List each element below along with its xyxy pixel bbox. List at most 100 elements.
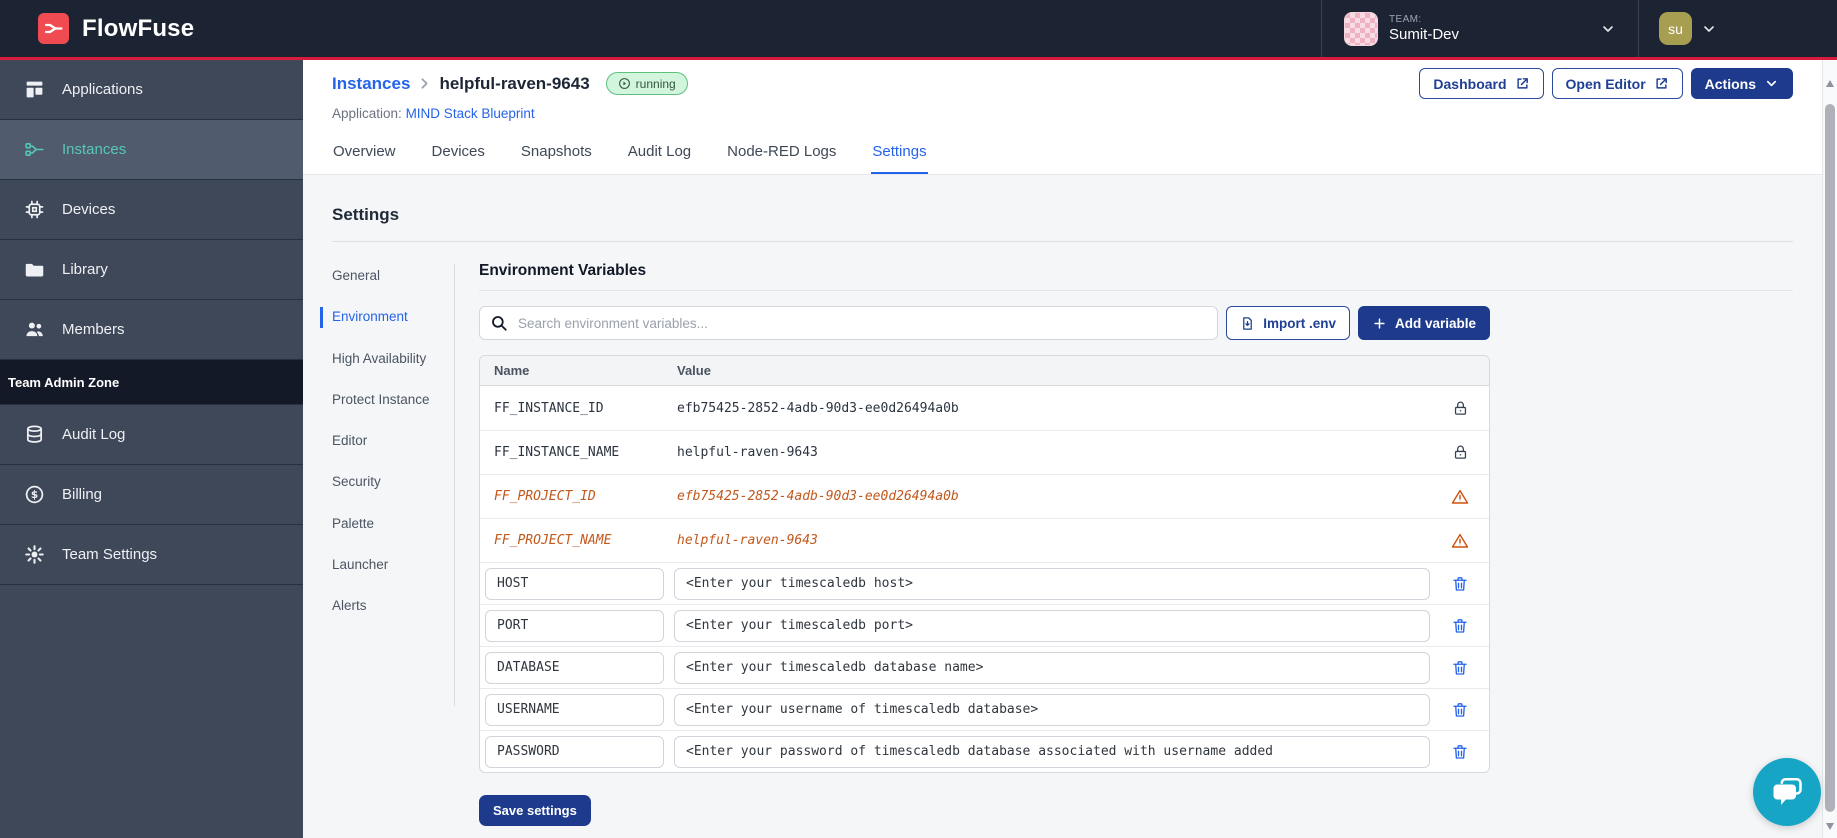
sidebar-item-members[interactable]: Members (0, 300, 303, 360)
scroll-up-arrow-icon[interactable] (1826, 80, 1834, 87)
subnav-general[interactable]: General (332, 266, 454, 286)
table-row-editable (480, 562, 1489, 604)
sidebar: Applications Instances Devices Library M… (0, 60, 303, 838)
env-var-value: helpful-raven-9643 (677, 445, 818, 460)
play-circle-icon (618, 78, 630, 89)
chevron-down-icon (1766, 80, 1777, 87)
header-buttons: Dashboard Open Editor Actions (1419, 68, 1793, 99)
env-var-value-input[interactable] (674, 693, 1430, 726)
team-meta: TEAM: Sumit-Dev (1389, 14, 1459, 43)
actions-button-label: Actions (1704, 75, 1756, 92)
breadcrumb-instances-link[interactable]: Instances (332, 74, 410, 94)
sidebar-item-team-settings[interactable]: Team Settings (0, 525, 303, 585)
warning-triangle-icon (1451, 533, 1469, 548)
subnav-protect-instance[interactable]: Protect Instance (332, 390, 454, 410)
topbar: FlowFuse TEAM: Sumit-Dev su (0, 0, 1837, 57)
sidebar-item-label: Devices (62, 201, 116, 218)
open-editor-button[interactable]: Open Editor (1551, 68, 1683, 99)
user-avatar: su (1659, 12, 1692, 45)
library-icon (25, 263, 44, 277)
add-variable-button[interactable]: Add variable (1357, 306, 1490, 340)
trash-icon[interactable] (1451, 701, 1469, 719)
table-header: Name Value (480, 356, 1489, 386)
trash-icon[interactable] (1451, 575, 1469, 593)
tab-audit-log[interactable]: Audit Log (627, 137, 692, 174)
sidebar-item-label: Library (62, 261, 108, 278)
import-env-button[interactable]: Import .env (1226, 306, 1350, 340)
chat-widget-button[interactable] (1753, 758, 1821, 826)
lock-icon (1454, 401, 1466, 415)
scroll-down-arrow-icon[interactable] (1826, 823, 1834, 830)
env-var-name-input[interactable] (485, 567, 664, 600)
subnav-environment[interactable]: Environment (320, 307, 454, 328)
tab-devices[interactable]: Devices (431, 137, 486, 174)
brand[interactable]: FlowFuse (38, 13, 194, 44)
env-var-name: FF_INSTANCE_ID (494, 400, 604, 416)
subnav-editor[interactable]: Editor (332, 431, 454, 451)
add-variable-label: Add variable (1394, 315, 1476, 331)
scrollbar-thumb[interactable] (1825, 104, 1835, 812)
tab-node-red-logs[interactable]: Node-RED Logs (726, 137, 837, 174)
user-menu[interactable]: su (1639, 12, 1717, 45)
trash-icon[interactable] (1451, 659, 1469, 677)
env-var-name-input[interactable] (485, 693, 664, 726)
env-var-name-input[interactable] (485, 735, 664, 768)
instances-icon (25, 143, 44, 156)
sidebar-item-label: Billing (62, 486, 103, 503)
table-row-deprecated: FF_PROJECT_NAME helpful-raven-9643 (480, 518, 1489, 562)
subnav-alerts[interactable]: Alerts (332, 596, 454, 616)
sidebar-item-billing[interactable]: $ Billing (0, 465, 303, 525)
plus-icon (1374, 317, 1385, 329)
env-var-name-input[interactable] (485, 651, 664, 684)
sidebar-item-audit-log[interactable]: Audit Log (0, 405, 303, 465)
subnav-launcher[interactable]: Launcher (332, 555, 454, 575)
team-selector[interactable]: TEAM: Sumit-Dev (1320, 0, 1639, 57)
table-row: FF_INSTANCE_NAME helpful-raven-9643 (480, 430, 1489, 474)
search-input[interactable] (479, 306, 1219, 340)
table-row-editable (480, 730, 1489, 772)
topbar-right: TEAM: Sumit-Dev su (1320, 0, 1837, 57)
team-admin-zone-label: Team Admin Zone (0, 360, 303, 405)
open-editor-button-label: Open Editor (1565, 75, 1646, 92)
chevron-down-icon (1704, 25, 1714, 32)
sidebar-item-label: Instances (62, 141, 127, 158)
env-var-value-input[interactable] (674, 567, 1430, 600)
status-badge-label: running (635, 76, 676, 91)
sidebar-item-instances[interactable]: Instances (0, 120, 303, 180)
subnav-high-availability[interactable]: High Availability (332, 349, 454, 369)
env-var-value: efb75425-2852-4adb-90d3-ee0d26494a0b (677, 489, 959, 504)
sidebar-item-applications[interactable]: Applications (0, 60, 303, 120)
actions-button[interactable]: Actions (1690, 68, 1793, 99)
application-link[interactable]: MIND Stack Blueprint (406, 106, 535, 121)
chevron-right-icon (421, 78, 428, 89)
trash-icon[interactable] (1451, 617, 1469, 635)
sidebar-item-library[interactable]: Library (0, 240, 303, 300)
tab-overview[interactable]: Overview (332, 137, 397, 174)
sidebar-item-label: Members (62, 321, 125, 338)
env-variables-table: Name Value FF_INSTANCE_ID efb75425-2852-… (479, 355, 1490, 773)
subnav-palette[interactable]: Palette (332, 514, 454, 534)
tab-snapshots[interactable]: Snapshots (520, 137, 593, 174)
trash-icon[interactable] (1451, 743, 1469, 761)
env-var-name-input[interactable] (485, 609, 664, 642)
sidebar-item-devices[interactable]: Devices (0, 180, 303, 240)
save-settings-button[interactable]: Save settings (479, 795, 591, 826)
sidebar-item-label: Audit Log (62, 426, 126, 443)
env-var-value-input[interactable] (674, 735, 1430, 768)
warning-triangle-icon (1451, 489, 1469, 504)
sidebar-item-label: Team Settings (62, 546, 158, 563)
tab-settings[interactable]: Settings (871, 137, 928, 174)
env-var-value-input[interactable] (674, 651, 1430, 684)
dashboard-button[interactable]: Dashboard (1419, 68, 1544, 99)
environment-controls: Import .env Add variable (479, 306, 1490, 340)
table-row: FF_INSTANCE_ID efb75425-2852-4adb-90d3-e… (480, 386, 1489, 430)
members-icon (26, 322, 43, 337)
subnav-security[interactable]: Security (332, 472, 454, 492)
devices-icon (25, 200, 44, 219)
env-var-value-input[interactable] (674, 609, 1430, 642)
scrollbar[interactable] (1822, 60, 1837, 838)
flowfuse-app: FlowFuse TEAM: Sumit-Dev su Applications… (0, 0, 1837, 838)
table-row-deprecated: FF_PROJECT_ID efb75425-2852-4adb-90d3-ee… (480, 474, 1489, 518)
dashboard-button-label: Dashboard (1433, 75, 1507, 92)
column-header-value: Value (677, 363, 711, 378)
